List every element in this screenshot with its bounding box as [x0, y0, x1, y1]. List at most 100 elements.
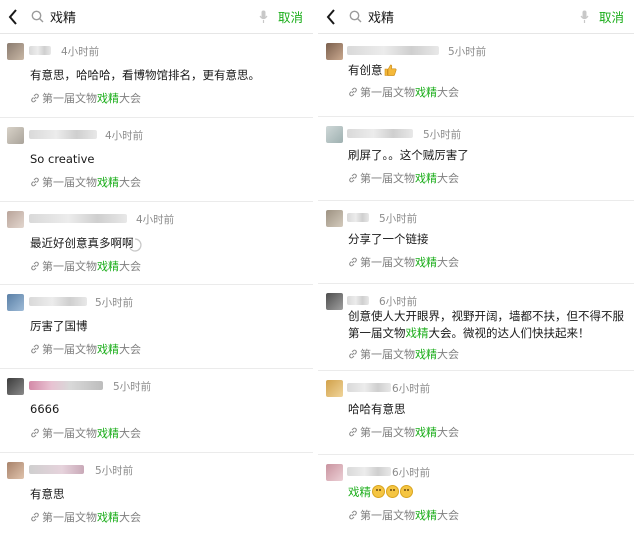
- source-link[interactable]: 第一届文物 戏精 大会: [347, 254, 459, 270]
- comment-body-end: 大会。微视的达人们快扶起来！: [428, 326, 590, 340]
- list-item[interactable]: 5小时前 刷屏了。。这个贼厉害了 第一届文物 戏精 大会: [318, 117, 634, 200]
- comment-text: 戏精: [348, 484, 413, 500]
- comment-text: 厉害了国博: [30, 319, 88, 333]
- source-highlight: 戏精: [97, 176, 119, 189]
- user-name: [347, 129, 413, 138]
- user-name: [29, 46, 51, 55]
- comment-text: 分享了一个链接: [348, 232, 429, 246]
- list-item[interactable]: 4小时前 有意思，哈哈哈，看博物馆排名，更有意思。 第一届文物 戏精 大会: [0, 34, 313, 117]
- comment-text: 有创意: [348, 62, 397, 78]
- source-link[interactable]: 第一届文物 戏精 大会: [347, 424, 459, 440]
- search-bar: 戏精 取消: [318, 0, 634, 34]
- back-icon[interactable]: [2, 0, 24, 34]
- source-prefix: 第一届文物: [42, 176, 97, 189]
- comment-highlight: 戏精: [348, 485, 371, 499]
- list-item[interactable]: 5小时前 有意思 第一届文物 戏精 大会: [0, 453, 313, 537]
- comment-body: 有创意: [348, 63, 383, 77]
- smile-emoji-icon: [386, 485, 399, 498]
- avatar: [7, 462, 24, 479]
- comment-text: So creative: [30, 152, 95, 166]
- timestamp: 6小时前: [392, 383, 431, 395]
- timestamp: 4小时前: [105, 130, 144, 142]
- source-prefix: 第一届文物: [360, 86, 415, 99]
- source-link[interactable]: 第一届文物 戏精 大会: [29, 258, 141, 274]
- user-name: [347, 296, 369, 305]
- comment-highlight: 戏精: [405, 326, 429, 340]
- source-link[interactable]: 第一届文物 戏精 大会: [347, 507, 459, 523]
- search-bar: 戏精 取消: [0, 0, 313, 34]
- comment-text: 刷屏了。。这个贼厉害了: [348, 148, 469, 162]
- link-icon: [347, 426, 359, 438]
- source-highlight: 戏精: [415, 426, 437, 439]
- cancel-button[interactable]: 取消: [278, 7, 303, 26]
- source-link[interactable]: 第一届文物 戏精 大会: [29, 174, 141, 190]
- search-icon: [346, 0, 364, 34]
- user-name: [347, 383, 391, 392]
- avatar: [326, 293, 343, 310]
- comment-text: 创意使人大开眼界，视野开阔，墙都不扶，但不得不服第一届文物戏精大会。微视的达人们…: [348, 308, 630, 342]
- source-highlight: 戏精: [415, 348, 437, 361]
- link-icon: [29, 260, 41, 272]
- avatar: [326, 210, 343, 227]
- source-highlight: 戏精: [97, 260, 119, 273]
- list-item[interactable]: 4小时前 最近好创意真多啊啊 第一届文物 戏精 大会: [0, 202, 313, 284]
- source-link[interactable]: 第一届文物 戏精 大会: [29, 90, 141, 106]
- list-item[interactable]: 5小时前 厉害了国博 第一届文物 戏精 大会: [0, 285, 313, 368]
- source-link[interactable]: 第一届文物 戏精 大会: [347, 346, 459, 362]
- user-name: [347, 46, 439, 55]
- comment-text: 有意思，哈哈哈，看博物馆排名，更有意思。: [30, 68, 260, 82]
- source-suffix: 大会: [119, 92, 141, 105]
- source-link[interactable]: 第一届文物 戏精 大会: [347, 170, 459, 186]
- microphone-icon[interactable]: [256, 0, 272, 34]
- source-prefix: 第一届文物: [42, 427, 97, 440]
- source-link[interactable]: 第一届文物 戏精 大会: [29, 425, 141, 441]
- search-input[interactable]: 戏精: [50, 7, 256, 26]
- comment-text: 有意思: [30, 487, 65, 501]
- source-link[interactable]: 第一届文物 戏精 大会: [29, 341, 141, 357]
- microphone-icon[interactable]: [577, 0, 593, 34]
- comment-text: 6666: [30, 402, 60, 416]
- comment-text: 最近好创意真多啊啊: [30, 236, 134, 250]
- link-icon: [347, 256, 359, 268]
- source-highlight: 戏精: [415, 509, 437, 522]
- list-item[interactable]: 6小时前 创意使人大开眼界，视野开阔，墙都不扶，但不得不服第一届文物戏精大会。微…: [318, 284, 634, 370]
- list-item[interactable]: 5小时前 分享了一个链接 第一届文物 戏精 大会: [318, 201, 634, 283]
- list-item[interactable]: 5小时前 6666 第一届文物 戏精 大会: [0, 369, 313, 452]
- source-suffix: 大会: [119, 176, 141, 189]
- timestamp: 5小时前: [95, 465, 134, 477]
- user-name: [29, 214, 127, 223]
- timestamp: 5小时前: [95, 297, 134, 309]
- smile-emoji-icon: [372, 485, 385, 498]
- cancel-button[interactable]: 取消: [599, 7, 624, 26]
- source-prefix: 第一届文物: [360, 509, 415, 522]
- right-screen: 戏精 取消 5小时前 有创意 第一届文物 戏精 大会 5小时前 刷屏了。。这个贼厉害…: [318, 0, 634, 539]
- user-name: [29, 381, 103, 390]
- left-screen: 戏精 取消 4小时前 有意思，哈哈哈，看博物馆排名，更有意思。 第一届文物 戏精大…: [0, 0, 313, 539]
- search-input[interactable]: 戏精: [368, 7, 577, 26]
- source-highlight: 戏精: [415, 86, 437, 99]
- list-item[interactable]: 6小时前 哈哈有意思 第一届文物 戏精 大会: [318, 371, 634, 454]
- comment-text: 哈哈有意思: [348, 402, 406, 416]
- source-link[interactable]: 第一届文物 戏精 大会: [29, 509, 141, 525]
- back-icon[interactable]: [320, 0, 342, 34]
- list-item[interactable]: 6小时前 戏精 第一届文物 戏精 大会: [318, 455, 634, 535]
- timestamp: 5小时前: [448, 46, 487, 58]
- source-suffix: 大会: [119, 511, 141, 524]
- source-prefix: 第一届文物: [360, 348, 415, 361]
- avatar: [7, 127, 24, 144]
- source-suffix: 大会: [437, 509, 459, 522]
- list-item[interactable]: 4小时前 So creative 第一届文物 戏精 大会: [0, 118, 313, 201]
- list-item[interactable]: 5小时前 有创意 第一届文物 戏精 大会: [318, 34, 634, 116]
- link-icon: [29, 176, 41, 188]
- link-icon: [347, 509, 359, 521]
- source-link[interactable]: 第一届文物 戏精 大会: [347, 84, 459, 100]
- thumbs-up-icon: [384, 64, 397, 76]
- source-suffix: 大会: [119, 260, 141, 273]
- timestamp: 4小时前: [136, 214, 175, 226]
- search-icon: [28, 0, 46, 34]
- link-icon: [29, 427, 41, 439]
- avatar: [326, 380, 343, 397]
- link-icon: [29, 92, 41, 104]
- timestamp: 5小时前: [423, 129, 462, 141]
- avatar: [7, 43, 24, 60]
